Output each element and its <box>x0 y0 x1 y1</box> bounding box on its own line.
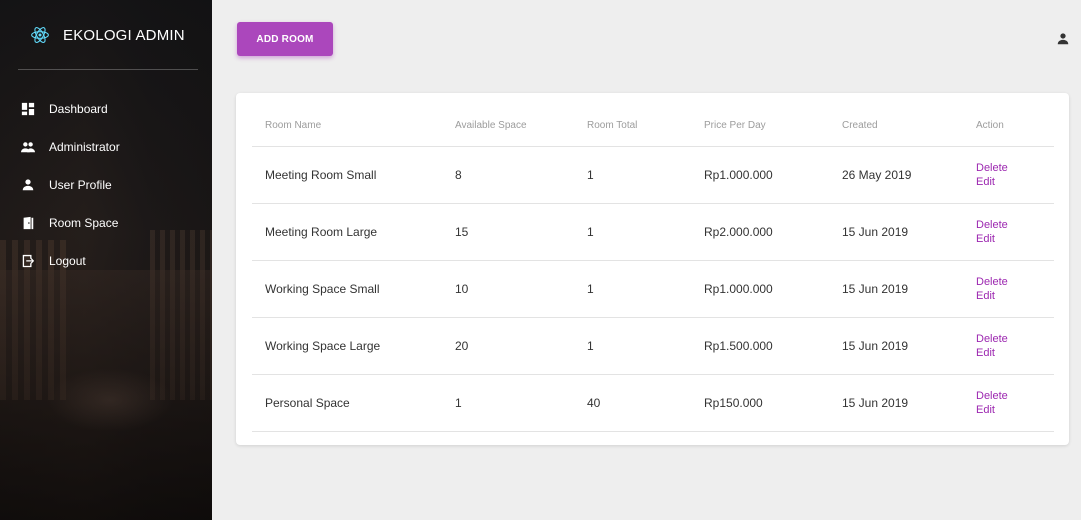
sidebar-item-label: Administrator <box>49 140 120 154</box>
action-cell: Delete Edit <box>963 374 1054 432</box>
column-header-action: Action <box>963 106 1054 147</box>
sidebar-item-label: Room Space <box>49 216 119 230</box>
available-space-cell: 1 <box>442 374 574 432</box>
room-total-cell: 1 <box>574 260 691 318</box>
delete-link[interactable]: Delete <box>976 332 1054 346</box>
column-header-created: Created <box>829 106 963 147</box>
table-row: Personal Space 1 40 Rp150.000 15 Jun 201… <box>252 374 1054 432</box>
table-row: Meeting Room Large 15 1 Rp2.000.000 15 J… <box>252 203 1054 261</box>
action-cell: Delete Edit <box>963 317 1054 375</box>
room-name-cell: Working Space Large <box>252 317 442 375</box>
column-header-room-total: Room Total <box>574 106 691 147</box>
table-header-row: Room Name Available Space Room Total Pri… <box>252 106 1054 147</box>
delete-link[interactable]: Delete <box>976 389 1054 403</box>
delete-link[interactable]: Delete <box>976 275 1054 289</box>
room-total-cell: 1 <box>574 146 691 204</box>
react-atom-icon <box>30 25 50 45</box>
action-cell: Delete Edit <box>963 146 1054 204</box>
available-space-cell: 8 <box>442 146 574 204</box>
room-name-cell: Meeting Room Large <box>252 203 442 261</box>
table-row: Working Space Small 10 1 Rp1.000.000 15 … <box>252 260 1054 318</box>
price-cell: Rp1.500.000 <box>691 317 829 375</box>
brand-title: EKOLOGI ADMIN <box>63 26 185 44</box>
available-space-cell: 15 <box>442 203 574 261</box>
delete-link[interactable]: Delete <box>976 161 1054 175</box>
price-cell: Rp150.000 <box>691 374 829 432</box>
created-cell: 26 May 2019 <box>829 146 963 204</box>
rooms-card: Room Name Available Space Room Total Pri… <box>236 93 1069 445</box>
edit-link[interactable]: Edit <box>976 289 1054 303</box>
dashboard-icon <box>20 101 36 117</box>
table-row: Working Space Large 20 1 Rp1.500.000 15 … <box>252 317 1054 375</box>
action-cell: Delete Edit <box>963 203 1054 261</box>
room-name-cell: Personal Space <box>252 374 442 432</box>
edit-link[interactable]: Edit <box>976 232 1054 246</box>
column-header-price-per-day: Price Per Day <box>691 106 829 147</box>
sidebar-item-label: User Profile <box>49 178 112 192</box>
sidebar-item-administrator[interactable]: Administrator <box>0 128 212 166</box>
price-cell: Rp2.000.000 <box>691 203 829 261</box>
person-icon[interactable] <box>1056 32 1070 46</box>
available-space-cell: 10 <box>442 260 574 318</box>
sidebar-item-dashboard[interactable]: Dashboard <box>0 90 212 128</box>
sidebar-background-bridge <box>0 270 212 520</box>
edit-link[interactable]: Edit <box>976 403 1054 417</box>
room-name-cell: Meeting Room Small <box>252 146 442 204</box>
room-total-cell: 1 <box>574 203 691 261</box>
sidebar-item-label: Dashboard <box>49 102 108 116</box>
column-header-available-space: Available Space <box>442 106 574 147</box>
room-name-cell: Working Space Small <box>252 260 442 318</box>
rooms-table: Room Name Available Space Room Total Pri… <box>252 106 1054 432</box>
delete-link[interactable]: Delete <box>976 218 1054 232</box>
sidebar-item-room-space[interactable]: Room Space <box>0 204 212 242</box>
sidebar-item-label: Logout <box>49 254 86 268</box>
room-total-cell: 40 <box>574 374 691 432</box>
room-total-cell: 1 <box>574 317 691 375</box>
sidebar-nav: Dashboard Administrator User Profile Roo… <box>0 90 212 280</box>
sidebar: EKOLOGI ADMIN Dashboard Administrator Us… <box>0 0 212 520</box>
sidebar-item-user-profile[interactable]: User Profile <box>0 166 212 204</box>
created-cell: 15 Jun 2019 <box>829 260 963 318</box>
action-cell: Delete Edit <box>963 260 1054 318</box>
add-room-button[interactable]: ADD ROOM <box>237 22 333 56</box>
price-cell: Rp1.000.000 <box>691 146 829 204</box>
column-header-room-name: Room Name <box>252 106 442 147</box>
edit-link[interactable]: Edit <box>976 175 1054 189</box>
edit-link[interactable]: Edit <box>976 346 1054 360</box>
person-icon <box>20 177 36 193</box>
created-cell: 15 Jun 2019 <box>829 374 963 432</box>
door-icon <box>20 215 36 231</box>
table-row: Meeting Room Small 8 1 Rp1.000.000 26 Ma… <box>252 146 1054 204</box>
people-icon <box>20 139 36 155</box>
logout-icon <box>20 253 36 269</box>
created-cell: 15 Jun 2019 <box>829 317 963 375</box>
available-space-cell: 20 <box>442 317 574 375</box>
sidebar-item-logout[interactable]: Logout <box>0 242 212 280</box>
created-cell: 15 Jun 2019 <box>829 203 963 261</box>
price-cell: Rp1.000.000 <box>691 260 829 318</box>
brand[interactable]: EKOLOGI ADMIN <box>0 0 212 70</box>
